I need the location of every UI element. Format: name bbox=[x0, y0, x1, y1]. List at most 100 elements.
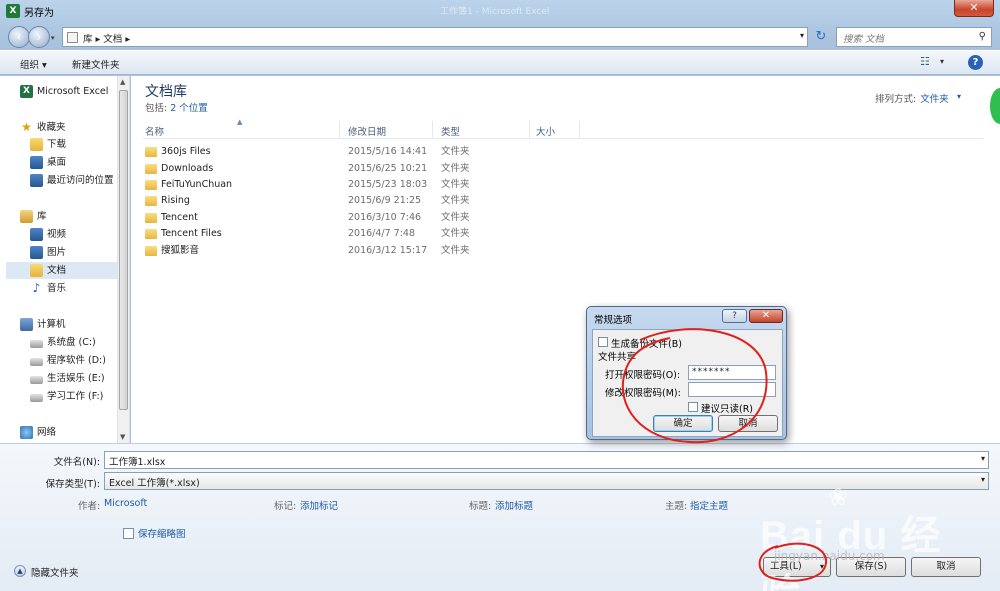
pictures-icon bbox=[30, 246, 43, 259]
tags-value[interactable]: 添加标记 bbox=[300, 498, 338, 512]
column-divider[interactable] bbox=[339, 121, 340, 139]
libraries-icon bbox=[20, 210, 33, 223]
window-title: 另存为 bbox=[24, 8, 54, 19]
new-folder-button[interactable]: 新建文件夹 bbox=[72, 57, 120, 71]
table-row[interactable]: Tencent Files 2016/4/7 7:48 文件夹 bbox=[143, 226, 983, 242]
filetype-label: 保存类型(T): bbox=[45, 479, 100, 490]
forward-button[interactable]: › bbox=[28, 26, 50, 48]
sidebar-item-drive-e[interactable]: 生活娱乐 (E:) bbox=[30, 370, 147, 387]
sidebar-item-documents[interactable]: 文档 bbox=[6, 262, 117, 279]
back-button[interactable]: ‹ bbox=[8, 26, 30, 48]
videos-icon bbox=[30, 228, 43, 241]
author-label: 作者: bbox=[78, 501, 101, 512]
table-row[interactable]: Downloads 2015/6/25 10:21 文件夹 bbox=[143, 161, 983, 177]
general-options-dialog: 常规选项 ? ✕ 生成备份文件(B) 文件共享 打开权限密码(O): *****… bbox=[586, 306, 787, 440]
sidebar-item-drive-c[interactable]: 系统盘 (C:) bbox=[30, 334, 147, 351]
sidebar-item-downloads[interactable]: 下载 bbox=[30, 136, 147, 153]
sidebar-item-drive-d[interactable]: 程序软件 (D:) bbox=[30, 352, 147, 369]
search-icon[interactable]: ⚲ bbox=[979, 31, 986, 42]
sidebar-item-drive-f[interactable]: 学习工作 (F:) bbox=[30, 388, 147, 405]
table-row[interactable]: FeiTuYunChuan 2015/5/23 18:03 文件夹 bbox=[143, 177, 983, 193]
library-locations-link[interactable]: 2 个位置 bbox=[170, 103, 208, 114]
dialog-cancel-button[interactable]: 取消 bbox=[718, 415, 778, 432]
author-value[interactable]: Microsoft bbox=[104, 498, 147, 509]
column-divider[interactable] bbox=[529, 121, 530, 139]
filetype-dropdown-icon[interactable]: ▾ bbox=[981, 475, 985, 484]
file-list-pane: 文档库 包括: 2 个位置 排列方式: 文件夹 ▾ ▲ 名称 修改日期 类型 大小… bbox=[131, 76, 1000, 443]
address-dropdown-icon[interactable]: ▾ bbox=[800, 31, 804, 40]
table-row[interactable]: Tencent 2016/3/10 7:46 文件夹 bbox=[143, 210, 983, 226]
column-header-row: ▲ 名称 修改日期 类型 大小 bbox=[143, 118, 983, 139]
window-close-button[interactable]: ✕ bbox=[954, 0, 994, 17]
subject-value[interactable]: 指定主题 bbox=[690, 498, 728, 512]
scroll-down-icon[interactable]: ▼ bbox=[120, 433, 125, 441]
sidebar-item-videos[interactable]: 视频 bbox=[30, 226, 147, 243]
sidebar-item-pictures[interactable]: 图片 bbox=[30, 244, 147, 261]
column-modified[interactable]: 修改日期 bbox=[348, 124, 386, 138]
recent-places-icon bbox=[30, 174, 43, 187]
backup-label[interactable]: 生成备份文件(B) bbox=[611, 336, 682, 350]
address-bar[interactable]: 库 ▸ 文档 ▸ ▾ bbox=[62, 27, 808, 47]
desktop-icon bbox=[30, 156, 43, 169]
save-button[interactable]: 保存(S) bbox=[836, 557, 906, 577]
filename-dropdown-icon[interactable]: ▾ bbox=[981, 454, 985, 463]
folder-icon bbox=[145, 164, 157, 174]
column-name[interactable]: 名称 bbox=[145, 124, 164, 138]
dialog-title: 常规选项 bbox=[594, 315, 633, 326]
dialog-help-button[interactable]: ? bbox=[722, 309, 747, 323]
modify-password-input[interactable] bbox=[688, 382, 776, 397]
title-bar[interactable]: X 另存为 工作簿1 - Microsoft Excel ✕ bbox=[0, 0, 1000, 22]
breadcrumb[interactable]: 库 ▸ 文档 ▸ bbox=[83, 31, 130, 45]
organize-button[interactable]: 组织 ▾ bbox=[20, 57, 47, 71]
tools-dropdown-icon[interactable]: ▾ bbox=[820, 558, 824, 576]
view-dropdown-icon[interactable]: ▾ bbox=[940, 57, 944, 66]
save-thumbnail-label[interactable]: 保存缩略图 bbox=[138, 526, 186, 540]
column-divider[interactable] bbox=[432, 121, 433, 139]
filename-input[interactable]: 工作簿1.xlsx ▾ bbox=[104, 451, 989, 469]
tools-button[interactable]: 工具(L) ▾ bbox=[763, 557, 831, 577]
save-as-window: X 另存为 工作簿1 - Microsoft Excel ✕ ‹ › ▾ 库 ▸… bbox=[0, 0, 1000, 591]
hide-folders-chevron-icon[interactable]: ▲ bbox=[14, 565, 26, 577]
open-password-label: 打开权限密码(O): bbox=[605, 370, 681, 381]
favorites-star-icon: ★ bbox=[21, 120, 32, 134]
sidebar-item-music[interactable]: ♪ 音乐 bbox=[30, 280, 147, 297]
filetype-select[interactable]: Excel 工作簿(*.xlsx) ▾ bbox=[104, 472, 989, 490]
readonly-checkbox[interactable] bbox=[688, 402, 698, 412]
dialog-close-button[interactable]: ✕ bbox=[749, 309, 783, 323]
readonly-label[interactable]: 建议只读(R) bbox=[701, 401, 753, 415]
change-view-icon[interactable]: ☷ bbox=[920, 56, 936, 68]
table-row[interactable]: 360js Files 2015/5/16 14:41 文件夹 bbox=[143, 144, 983, 160]
title-value[interactable]: 添加标题 bbox=[495, 498, 533, 512]
table-row[interactable]: Rising 2015/6/9 21:25 文件夹 bbox=[143, 193, 983, 209]
folder-icon bbox=[145, 246, 157, 256]
navigation-scrollbar[interactable]: ▲ ▼ bbox=[117, 76, 129, 443]
scrollbar-thumb[interactable] bbox=[119, 90, 128, 410]
column-divider[interactable] bbox=[579, 121, 580, 139]
search-input[interactable]: 搜索 文档 ⚲ bbox=[836, 27, 992, 47]
hide-folders-button[interactable]: 隐藏文件夹 bbox=[31, 565, 79, 579]
help-icon[interactable]: ? bbox=[968, 55, 983, 70]
navigation-bar: ‹ › ▾ 库 ▸ 文档 ▸ ▾ ↻ 搜索 文档 ⚲ bbox=[0, 22, 1000, 50]
computer-icon bbox=[20, 318, 33, 331]
table-row[interactable]: 搜狐影音 2016/3/12 15:17 文件夹 bbox=[143, 243, 983, 259]
scroll-up-icon[interactable]: ▲ bbox=[120, 78, 125, 86]
arrange-dropdown-icon[interactable]: ▾ bbox=[957, 92, 961, 101]
music-icon: ♪ bbox=[32, 281, 41, 295]
sidebar-item-recent[interactable]: 最近访问的位置 bbox=[30, 172, 147, 189]
drive-icon bbox=[30, 357, 43, 366]
folder-icon bbox=[145, 180, 157, 190]
backup-checkbox[interactable] bbox=[598, 337, 608, 347]
save-thumbnail-checkbox[interactable] bbox=[123, 528, 134, 539]
recent-pages-dropdown-icon[interactable]: ▾ bbox=[51, 34, 55, 42]
column-size[interactable]: 大小 bbox=[536, 124, 555, 138]
open-password-input[interactable]: ******* bbox=[688, 365, 776, 380]
drive-icon bbox=[30, 393, 43, 402]
cancel-button[interactable]: 取消 bbox=[911, 557, 981, 577]
sidebar-item-desktop[interactable]: 桌面 bbox=[30, 154, 147, 171]
arrange-by-value[interactable]: 文件夹 bbox=[920, 94, 949, 105]
refresh-icon[interactable]: ↻ bbox=[812, 28, 830, 46]
dialog-ok-button[interactable]: 确定 bbox=[653, 415, 713, 432]
column-type[interactable]: 类型 bbox=[441, 124, 460, 138]
background-window-title: 工作簿1 - Microsoft Excel bbox=[440, 7, 550, 17]
excel-icon: X bbox=[20, 85, 33, 98]
